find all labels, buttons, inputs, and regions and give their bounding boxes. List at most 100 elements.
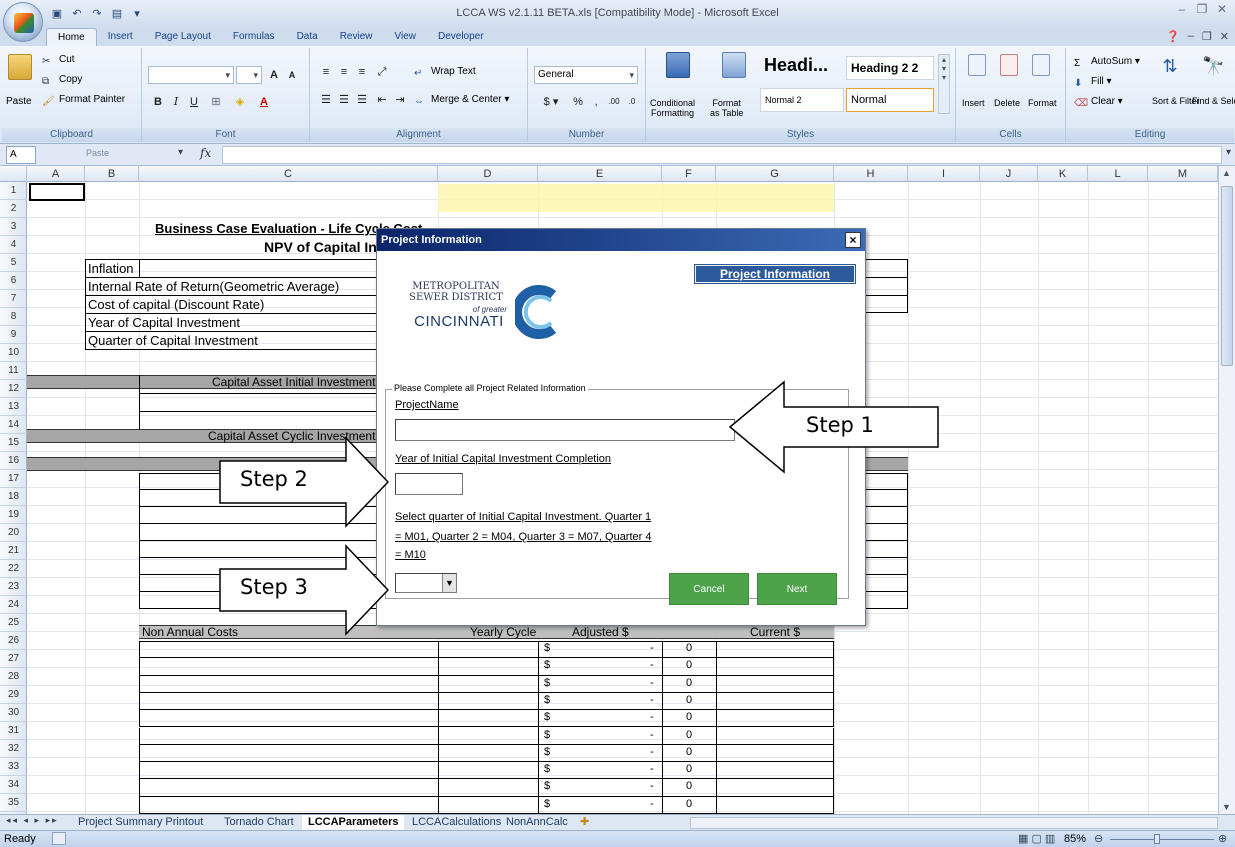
- format-as-table-icon[interactable]: [722, 52, 746, 78]
- font-size-combo[interactable]: [236, 66, 262, 84]
- orientation-icon[interactable]: ⤢: [374, 64, 390, 80]
- tab-developer[interactable]: Developer: [427, 28, 495, 46]
- cancel-button[interactable]: Cancel: [669, 573, 749, 605]
- zoom-out-icon[interactable]: ⊖: [1094, 832, 1103, 845]
- sheet-tab-lcca-calculations[interactable]: LCCACalculations: [406, 815, 507, 831]
- number-format-combo[interactable]: General: [534, 66, 638, 84]
- tab-data[interactable]: Data: [286, 28, 329, 46]
- sort-icon[interactable]: ⇅: [1162, 57, 1178, 75]
- decrease-decimal-icon[interactable]: .0: [624, 94, 640, 110]
- format-painter-button[interactable]: 🖌 Format Painter: [42, 94, 125, 108]
- italic-icon[interactable]: I: [168, 94, 184, 110]
- zoom-level[interactable]: 85%: [1064, 833, 1086, 845]
- insert-sheet-icon[interactable]: ✚: [580, 815, 589, 828]
- find-select-button[interactable]: Find & Select: [1192, 96, 1235, 106]
- tab-insert[interactable]: Insert: [97, 28, 144, 46]
- tab-formulas[interactable]: Formulas: [222, 28, 286, 46]
- clear-button[interactable]: ⌫ Clear ▾: [1074, 96, 1123, 110]
- zoom-in-icon[interactable]: ⊕: [1218, 832, 1227, 845]
- styles-scroll-icon[interactable]: ▴ ▾ ▾: [938, 54, 950, 114]
- align-center-icon[interactable]: ☰: [336, 92, 352, 108]
- selected-cell[interactable]: [29, 183, 85, 201]
- vertical-scrollbar[interactable]: ▲ ▼: [1218, 166, 1235, 814]
- sheet-nav-icons[interactable]: ◂◂ ◂ ▸ ▸▸: [6, 815, 59, 826]
- help-icon[interactable]: ❓: [1166, 30, 1180, 43]
- currency-icon[interactable]: $ ▾: [536, 94, 566, 110]
- align-bottom-icon[interactable]: ≡: [354, 64, 370, 80]
- align-right-icon[interactable]: ☰: [354, 92, 370, 108]
- zoom-slider[interactable]: [1110, 839, 1214, 840]
- font-color-icon[interactable]: A: [256, 94, 272, 110]
- bold-icon[interactable]: B: [150, 94, 166, 110]
- font-name-combo[interactable]: [148, 66, 234, 84]
- close-window-icon[interactable]: ✕: [1215, 2, 1229, 16]
- ribbon-restore-icon[interactable]: ❐: [1202, 30, 1212, 43]
- align-left-icon[interactable]: ☰: [318, 92, 334, 108]
- autosum-button[interactable]: Σ AutoSum ▾: [1074, 56, 1140, 70]
- scroll-up-icon[interactable]: ▲: [1222, 168, 1231, 178]
- cut-button[interactable]: ✂ Cut: [42, 54, 75, 68]
- paste-icon[interactable]: [8, 54, 32, 80]
- office-button[interactable]: [3, 2, 43, 42]
- name-box[interactable]: A: [6, 146, 36, 164]
- conditional-formatting-icon[interactable]: [666, 52, 690, 78]
- binoculars-icon[interactable]: 🔭: [1202, 57, 1224, 75]
- format-as-table-button[interactable]: Format as Table: [710, 98, 743, 118]
- style-normal-2[interactable]: Normal 2: [760, 88, 844, 112]
- zoom-slider-thumb[interactable]: [1154, 834, 1160, 844]
- align-middle-icon[interactable]: ≡: [336, 64, 352, 80]
- tab-page-layout[interactable]: Page Layout: [144, 28, 222, 46]
- next-button[interactable]: Next: [757, 573, 837, 605]
- dialog-close-button[interactable]: ×: [845, 232, 861, 248]
- tab-home[interactable]: Home: [46, 28, 97, 46]
- format-cells-button[interactable]: Format: [1028, 98, 1057, 108]
- tab-view[interactable]: View: [383, 28, 427, 46]
- sheet-tab-nonanncalc[interactable]: NonAnnCalc: [500, 815, 574, 831]
- ribbon-minimize-icon[interactable]: –: [1188, 30, 1194, 43]
- minimize-icon[interactable]: –: [1175, 2, 1189, 16]
- horizontal-scrollbar[interactable]: [690, 817, 1218, 829]
- insert-cells-button[interactable]: Insert: [962, 98, 985, 108]
- restore-icon[interactable]: ❐: [1195, 2, 1209, 16]
- quarter-select[interactable]: ▼: [395, 573, 457, 593]
- sheet-tab-lcca-parameters[interactable]: LCCAParameters: [302, 815, 405, 831]
- merge-center-button[interactable]: ⇔ Merge & Center ▾: [414, 94, 509, 108]
- borders-icon[interactable]: ⊞: [208, 94, 224, 110]
- paste-button[interactable]: Paste: [6, 96, 32, 107]
- expand-formula-bar-icon[interactable]: ▾: [1226, 147, 1231, 158]
- align-top-icon[interactable]: ≡: [318, 64, 334, 80]
- sheet-tab-tornado-chart[interactable]: Tornado Chart: [218, 815, 300, 831]
- copy-button[interactable]: ⧉ Copy: [42, 74, 82, 88]
- view-mode-icons[interactable]: ▦ ▢ ▥: [1018, 832, 1055, 845]
- insert-cells-icon[interactable]: [968, 54, 986, 76]
- insert-function-icon[interactable]: fx: [200, 146, 211, 160]
- conditional-formatting-button[interactable]: Conditional Formatting: [650, 98, 695, 118]
- style-heading[interactable]: Headi...: [760, 54, 844, 78]
- decrease-indent-icon[interactable]: ⇤: [374, 92, 390, 108]
- quarter-dropdown-icon[interactable]: ▼: [442, 574, 456, 592]
- project-information-header-button[interactable]: Project Information: [694, 264, 856, 284]
- grow-font-icon[interactable]: A: [266, 67, 282, 83]
- year-input[interactable]: [395, 473, 463, 495]
- fill-button[interactable]: ⬇ Fill ▾: [1074, 76, 1112, 90]
- percent-icon[interactable]: %: [570, 94, 586, 110]
- underline-icon[interactable]: U: [186, 94, 202, 110]
- format-cells-icon[interactable]: [1032, 54, 1050, 76]
- vertical-scroll-thumb[interactable]: [1221, 186, 1233, 366]
- style-normal[interactable]: Normal: [846, 88, 934, 112]
- scroll-down-icon[interactable]: ▼: [1222, 802, 1231, 812]
- delete-cells-button[interactable]: Delete: [994, 98, 1020, 108]
- delete-cells-icon[interactable]: [1000, 54, 1018, 76]
- shrink-font-icon[interactable]: A: [284, 67, 300, 83]
- formula-input[interactable]: [222, 146, 1222, 164]
- increase-indent-icon[interactable]: ⇥: [392, 92, 408, 108]
- fill-color-icon[interactable]: ◈: [232, 94, 248, 110]
- sheet-tab-project-summary[interactable]: Project Summary Printout: [72, 815, 209, 831]
- ribbon-close-icon[interactable]: ✕: [1220, 30, 1229, 43]
- name-box-dropdown-icon[interactable]: ▾: [178, 147, 183, 158]
- macro-record-icon[interactable]: [52, 832, 66, 845]
- increase-decimal-icon[interactable]: .00: [606, 94, 622, 110]
- comma-icon[interactable]: ,: [588, 94, 604, 110]
- tab-review[interactable]: Review: [329, 28, 384, 46]
- style-heading-2-2[interactable]: Heading 2 2: [846, 56, 934, 80]
